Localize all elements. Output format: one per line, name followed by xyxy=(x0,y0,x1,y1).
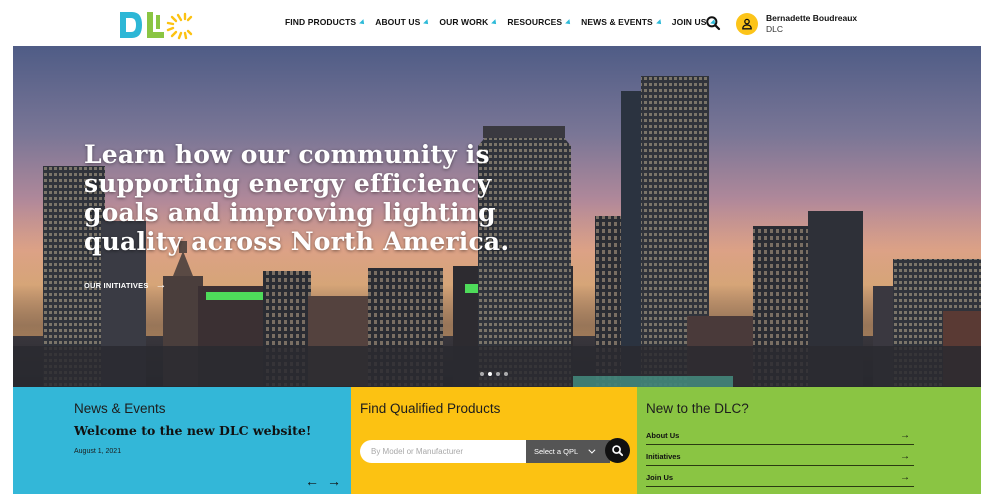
news-carousel-controls: ← → xyxy=(305,473,341,489)
caret-down-icon xyxy=(359,19,367,27)
find-heading: Find Qualified Products xyxy=(360,401,501,416)
news-date: August 1, 2021 xyxy=(74,448,122,455)
link-label: Initiatives xyxy=(646,452,681,461)
nav-find-products[interactable]: FIND PRODUCTS xyxy=(285,17,367,27)
nav-label: ABOUT US xyxy=(375,17,421,27)
user-avatar[interactable] xyxy=(736,13,758,35)
search-button[interactable] xyxy=(705,15,721,31)
new-to-dlc-links: About Us → Initiatives → Join Us → xyxy=(646,424,914,487)
nav-label: FIND PRODUCTS xyxy=(285,17,357,27)
arrow-right-icon: → xyxy=(155,279,167,291)
arrow-right-icon[interactable]: → xyxy=(327,473,341,489)
caret-down-icon xyxy=(655,19,664,27)
hero-banner: Learn how our community is supporting en… xyxy=(13,46,981,387)
caret-down-icon xyxy=(491,19,499,27)
product-search-button[interactable] xyxy=(605,438,630,463)
hero-cta-label: OUR INITIATIVES xyxy=(84,280,149,290)
new-to-dlc-panel: New to the DLC? About Us → Initiatives →… xyxy=(637,387,981,494)
arrow-right-icon: → xyxy=(900,451,910,462)
site-header: FIND PRODUCTS ABOUT US OUR WORK RESOURCE… xyxy=(0,0,982,46)
nav-our-work[interactable]: OUR WORK xyxy=(439,17,499,27)
nav-label: OUR WORK xyxy=(439,17,489,27)
link-label: About Us xyxy=(646,431,680,440)
caret-down-icon xyxy=(423,19,431,27)
nav-about-us[interactable]: ABOUT US xyxy=(375,17,431,27)
dlc-logo[interactable] xyxy=(118,9,194,41)
carousel-dots xyxy=(480,372,508,376)
link-label: Join Us xyxy=(646,473,674,482)
user-name: Bernadette Boudreaux xyxy=(766,13,858,23)
hero-title: Learn how our community is supporting en… xyxy=(84,140,510,256)
carousel-dot-active[interactable] xyxy=(488,372,492,376)
user-org: DLC xyxy=(766,24,784,34)
user-icon xyxy=(742,18,752,30)
caret-down-icon xyxy=(565,19,573,27)
user-info: Bernadette Boudreaux DLC xyxy=(766,13,857,35)
link-initiatives[interactable]: Initiatives → xyxy=(646,445,914,466)
nav-news-events[interactable]: NEWS & EVENTS xyxy=(581,17,664,27)
dlc-logo-mark xyxy=(120,12,193,40)
news-events-panel: News & Events Welcome to the new DLC web… xyxy=(13,387,351,494)
qpl-select[interactable]: Select a QPL xyxy=(526,439,610,463)
qpl-select-label: Select a QPL xyxy=(534,446,579,456)
new-heading: New to the DLC? xyxy=(646,401,749,416)
arrow-left-icon[interactable]: ← xyxy=(305,473,319,489)
chevron-down-icon xyxy=(588,446,596,454)
product-search-input[interactable] xyxy=(360,439,526,463)
link-about-us[interactable]: About Us → xyxy=(646,424,914,445)
our-initiatives-link[interactable]: OUR INITIATIVES → xyxy=(84,279,167,291)
arrow-right-icon: → xyxy=(900,430,910,441)
nav-label: RESOURCES xyxy=(507,17,563,27)
carousel-dot[interactable] xyxy=(480,372,484,376)
carousel-dot[interactable] xyxy=(496,372,500,376)
news-heading: News & Events xyxy=(74,401,166,416)
carousel-dot[interactable] xyxy=(504,372,508,376)
main-nav: FIND PRODUCTS ABOUT US OUR WORK RESOURCE… xyxy=(285,17,726,27)
nav-label: NEWS & EVENTS xyxy=(581,17,653,27)
find-products-panel: Find Qualified Products Select a QPL xyxy=(351,387,637,494)
search-icon xyxy=(706,16,721,31)
arrow-right-icon: → xyxy=(900,472,910,483)
link-join-us[interactable]: Join Us → xyxy=(646,466,914,487)
nav-label: JOIN US xyxy=(671,17,707,27)
search-icon xyxy=(612,445,624,457)
product-search-form: Select a QPL xyxy=(360,438,630,463)
news-headline-link[interactable]: Welcome to the new DLC website! xyxy=(74,423,311,438)
nav-resources[interactable]: RESOURCES xyxy=(507,17,573,27)
user-account[interactable]: Bernadette Boudreaux DLC xyxy=(736,13,857,35)
